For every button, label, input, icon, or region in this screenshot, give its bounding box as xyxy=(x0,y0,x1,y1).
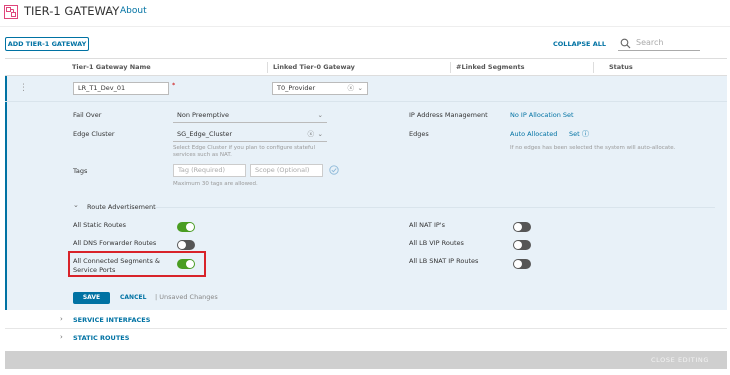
collapse-all-button[interactable]: COLLAPSE ALL xyxy=(553,40,606,48)
route-lb-vip-label: All LB VIP Routes xyxy=(409,239,464,247)
edges-set-link[interactable]: Set xyxy=(569,130,580,138)
column-status[interactable]: Status xyxy=(609,63,633,71)
route-all-static-toggle[interactable] xyxy=(177,222,195,232)
route-lb-vip-toggle[interactable] xyxy=(513,240,531,250)
unsaved-changes-status: | Unsaved Changes xyxy=(155,293,218,301)
page-header: TIER-1 GATEWAY • About xyxy=(0,0,730,27)
chevron-down-icon: ⌄ xyxy=(317,111,323,119)
title-separator: • xyxy=(107,6,113,16)
highlight-box xyxy=(68,251,206,277)
route-dns-forwarder-toggle[interactable] xyxy=(177,240,195,250)
route-advertisement-label[interactable]: Route Advertisement xyxy=(87,203,156,211)
column-gateway-name[interactable]: Tier-1 Gateway Name xyxy=(72,63,151,71)
info-icon[interactable]: ⓘ xyxy=(582,129,589,139)
ipam-label: IP Address Management xyxy=(409,111,488,119)
tags-hint: Maximum 30 tags are allowed. xyxy=(173,181,258,187)
scope-input[interactable]: Scope (Optional) xyxy=(250,164,323,177)
route-nat-ip-toggle[interactable] xyxy=(513,222,531,232)
tier1-gateway-icon xyxy=(4,5,18,19)
save-button[interactable]: SAVE xyxy=(73,292,110,304)
grid-header: Tier-1 Gateway Name Linked Tier-0 Gatewa… xyxy=(5,58,727,76)
route-lb-snat-toggle[interactable] xyxy=(513,259,531,269)
failover-label: Fail Over xyxy=(73,111,102,119)
edges-hint: If no edges has been selected the system… xyxy=(510,145,676,151)
route-lb-snat-label: All LB SNAT IP Routes xyxy=(409,257,479,265)
chevron-down-icon: ⌄ xyxy=(317,130,323,138)
column-linked-segments[interactable]: #Linked Segments xyxy=(456,63,524,71)
add-tier1-gateway-button[interactable]: ADD TIER-1 GATEWAY xyxy=(5,37,89,51)
route-dns-forwarder-label: All DNS Forwarder Routes xyxy=(73,239,157,247)
check-icon[interactable] xyxy=(329,165,339,175)
tag-input[interactable]: Tag (Required) xyxy=(173,164,246,177)
gateway-name-input[interactable]: LR_T1_Dev_01 xyxy=(73,82,169,95)
route-all-static-label: All Static Routes xyxy=(73,221,127,229)
column-linked-tier0[interactable]: Linked Tier-0 Gateway xyxy=(273,63,355,71)
edge-cluster-value: SG_Edge_Cluster xyxy=(177,130,233,138)
static-routes-section[interactable]: STATIC ROUTES xyxy=(73,334,129,342)
edge-cluster-select[interactable]: SG_Edge_Cluster ⓧ ⌄ xyxy=(173,129,327,142)
edge-cluster-hint: Select Edge Cluster if you plan to confi… xyxy=(173,145,316,158)
chevron-right-icon[interactable]: › xyxy=(60,333,63,341)
row-actions-icon[interactable]: ⋮ xyxy=(19,83,28,93)
cancel-button[interactable]: CANCEL xyxy=(120,294,146,301)
edge-cluster-label: Edge Cluster xyxy=(73,130,115,138)
tier0-gateway-select[interactable]: T0_Provider ⓧ ⌄ xyxy=(272,82,368,95)
tier0-gateway-value: T0_Provider xyxy=(277,84,316,92)
about-link[interactable]: About xyxy=(120,6,147,16)
search-icon xyxy=(620,38,631,49)
search-input[interactable]: Search xyxy=(618,37,700,51)
close-editing-button[interactable]: CLOSE EDITING xyxy=(651,356,709,364)
failover-value: Non Preemptive xyxy=(177,111,230,119)
tags-label: Tags xyxy=(73,167,88,175)
search-placeholder: Search xyxy=(636,38,664,47)
chevron-right-icon[interactable]: › xyxy=(60,315,63,323)
route-nat-ip-label: All NAT IP's xyxy=(409,221,445,229)
chevron-down-icon[interactable]: ⌄ xyxy=(358,83,363,94)
failover-select[interactable]: Non Preemptive ⌄ xyxy=(173,110,327,123)
required-mark: * xyxy=(172,81,176,89)
clear-icon[interactable]: ⓧ xyxy=(348,83,355,94)
footer-bar: CLOSE EDITING xyxy=(5,351,727,369)
edges-label: Edges xyxy=(409,130,429,138)
ipam-link[interactable]: No IP Allocation Set xyxy=(510,111,574,119)
edges-value: Auto Allocated xyxy=(510,130,558,138)
chevron-down-icon[interactable]: ⌄ xyxy=(73,201,79,209)
page-title: TIER-1 GATEWAY xyxy=(24,4,120,18)
clear-icon[interactable]: ⓧ xyxy=(308,129,315,140)
service-interfaces-section[interactable]: SERVICE INTERFACES xyxy=(73,316,150,324)
